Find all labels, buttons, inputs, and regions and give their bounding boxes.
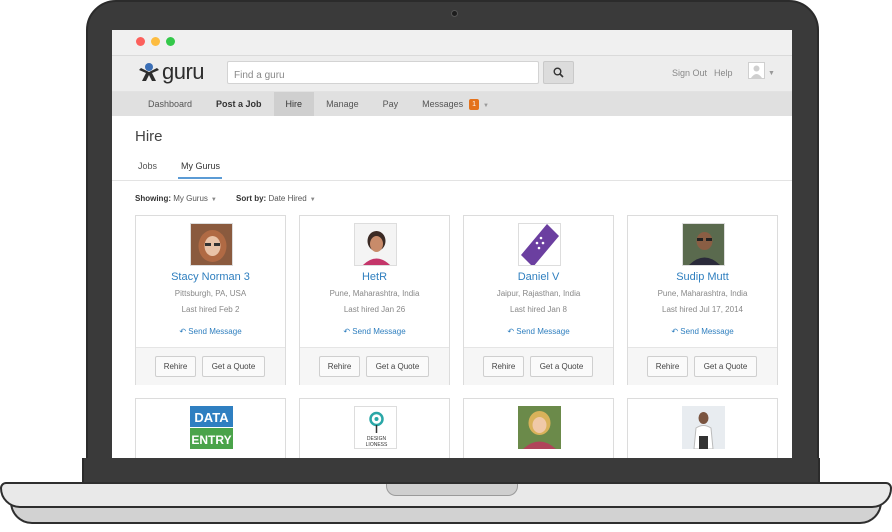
rehire-button[interactable]: Rehire <box>647 356 688 377</box>
help-link[interactable]: Help <box>714 68 733 78</box>
nav-manage[interactable]: Manage <box>314 92 371 116</box>
nav-messages[interactable]: Messages 1 ▼ <box>410 92 501 116</box>
rehire-button[interactable]: Rehire <box>319 356 360 377</box>
showing-value: My Gurus <box>173 194 208 203</box>
minimize-window-button[interactable] <box>151 37 160 46</box>
sign-out-link[interactable]: Sign Out <box>672 68 707 78</box>
browser-screen: guru Sign Out Help ▼ Dashboard Post a <box>112 30 792 458</box>
guru-card: HetR Pune, Maharashtra, India Last hired… <box>299 215 450 385</box>
guru-logo[interactable]: guru <box>138 59 205 84</box>
send-message-label: Send Message <box>516 327 570 336</box>
user-avatar[interactable] <box>748 62 765 79</box>
last-hired: Last hired Jan 26 <box>343 305 406 314</box>
send-message-label: Send Message <box>680 327 734 336</box>
data-entry-logo-line2: ENTRY <box>191 433 231 447</box>
showing-filter[interactable]: Showing: My Gurus ▼ <box>135 194 217 203</box>
get-quote-button[interactable]: Get a Quote <box>202 356 265 377</box>
laptop-hinge <box>82 458 820 485</box>
last-hired: Last hired Jul 17, 2014 <box>662 305 743 314</box>
guru-card: Stacy Norman 3 Pittsburgh, PA, USA Last … <box>135 215 286 385</box>
guru-card: DESIGN LIONESS <box>299 398 450 458</box>
laptop-frame: guru Sign Out Help ▼ Dashboard Post a <box>0 0 892 532</box>
card-actions: Rehire Get a Quote <box>628 347 777 385</box>
send-message-link[interactable]: ↶ Send Message <box>628 327 777 336</box>
send-message-label: Send Message <box>188 327 242 336</box>
guru-name[interactable]: HetR <box>300 271 449 283</box>
sort-value: Date Hired <box>268 194 307 203</box>
guru-name[interactable]: Sudip Mutt <box>628 271 777 283</box>
guru-location: Pune, Maharashtra, India <box>657 289 748 298</box>
guru-location: Pittsburgh, PA, USA <box>174 289 247 298</box>
laptop-notch <box>386 484 518 496</box>
user-icon <box>751 65 762 78</box>
guru-card: Sudip Mutt Pune, Maharashtra, India Last… <box>627 215 778 385</box>
last-hired: Last hired Jan 8 <box>510 305 567 314</box>
chevron-down-icon[interactable]: ▼ <box>768 70 775 77</box>
send-message-link[interactable]: ↶ Send Message <box>300 327 449 336</box>
search-input[interactable] <box>227 61 539 84</box>
tab-jobs[interactable]: Jobs <box>138 161 157 171</box>
showing-label: Showing: <box>135 194 171 203</box>
close-window-button[interactable] <box>136 37 145 46</box>
data-entry-logo-line1: DATA <box>194 410 229 425</box>
reply-icon: ↶ <box>671 327 681 336</box>
guru-avatar[interactable] <box>518 406 561 449</box>
guru-name[interactable]: Stacy Norman 3 <box>136 271 285 283</box>
nav-dashboard[interactable]: Dashboard <box>136 92 204 116</box>
send-message-link[interactable]: ↶ Send Message <box>136 327 285 336</box>
rehire-button[interactable]: Rehire <box>155 356 196 377</box>
guru-card <box>463 398 614 458</box>
reply-icon: ↶ <box>179 327 189 336</box>
page-title: Hire <box>135 128 163 145</box>
guru-avatar[interactable] <box>682 223 725 266</box>
last-hired: Last hired Feb 2 <box>181 305 240 314</box>
main-nav: Dashboard Post a Job Hire Manage Pay Mes… <box>112 92 792 116</box>
camera-icon <box>451 10 458 17</box>
nav-post-a-job[interactable]: Post a Job <box>204 92 274 116</box>
guru-avatar[interactable] <box>354 223 397 266</box>
chevron-down-icon: ▼ <box>210 197 217 203</box>
guru-avatar[interactable] <box>518 223 561 266</box>
get-quote-button[interactable]: Get a Quote <box>366 356 429 377</box>
guru-avatar[interactable] <box>190 223 233 266</box>
card-actions: Rehire Get a Quote <box>300 347 449 385</box>
card-actions: Rehire Get a Quote <box>136 347 285 385</box>
reply-icon: ↶ <box>507 327 517 336</box>
send-message-link[interactable]: ↶ Send Message <box>464 327 613 336</box>
guru-logo-icon <box>138 62 160 82</box>
top-bar: guru Sign Out Help ▼ <box>112 56 792 92</box>
window-chrome <box>112 30 792 56</box>
laptop-base <box>0 458 892 532</box>
messages-count-badge: 1 <box>469 99 480 110</box>
sort-label: Sort by: <box>236 194 267 203</box>
tab-bar: Jobs My Gurus <box>112 154 792 181</box>
guru-location: Pune, Maharashtra, India <box>329 289 420 298</box>
guru-avatar[interactable]: DESIGN LIONESS <box>354 406 397 449</box>
guru-card: Daniel V Jaipur, Rajasthan, India Last h… <box>463 215 614 385</box>
guru-location: Jaipur, Rajasthan, India <box>496 289 581 298</box>
design-logo-line2: LIONESS <box>366 442 388 448</box>
get-quote-button[interactable]: Get a Quote <box>530 356 593 377</box>
chevron-down-icon: ▼ <box>483 103 489 109</box>
get-quote-button[interactable]: Get a Quote <box>694 356 757 377</box>
reply-icon: ↶ <box>343 327 353 336</box>
guru-card: DATA ENTRY <box>135 398 286 458</box>
logo-text: guru <box>162 59 205 84</box>
nav-pay[interactable]: Pay <box>371 92 411 116</box>
guru-avatar[interactable]: DATA ENTRY <box>190 406 233 449</box>
sort-filter[interactable]: Sort by: Date Hired ▼ <box>236 194 316 203</box>
card-actions: Rehire Get a Quote <box>464 347 613 385</box>
chevron-down-icon: ▼ <box>309 197 316 203</box>
guru-card <box>627 398 778 458</box>
guru-name[interactable]: Daniel V <box>464 271 613 283</box>
rehire-button[interactable]: Rehire <box>483 356 524 377</box>
search-icon <box>553 67 564 78</box>
tab-my-gurus[interactable]: My Gurus <box>178 161 223 179</box>
send-message-label: Send Message <box>352 327 406 336</box>
search-button[interactable] <box>543 61 574 84</box>
nav-messages-label: Messages <box>422 99 464 109</box>
maximize-window-button[interactable] <box>166 37 175 46</box>
nav-hire[interactable]: Hire <box>273 92 315 116</box>
guru-avatar[interactable] <box>682 406 725 449</box>
